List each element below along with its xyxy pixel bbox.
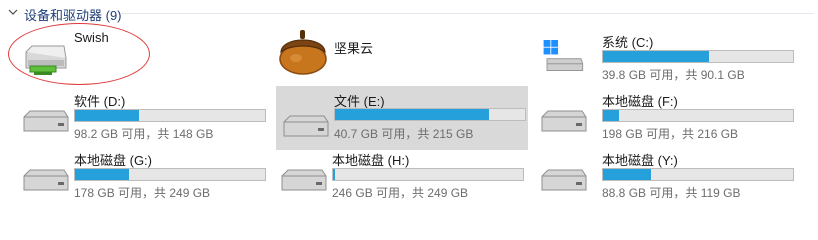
group-divider [120, 13, 814, 14]
usage-bar [334, 108, 526, 121]
chevron-down-icon[interactable] [8, 7, 18, 17]
item-name[interactable]: 坚果云 [334, 38, 373, 57]
windows-drive-icon [543, 40, 584, 72]
drive-name: 软件 (D:) [74, 94, 126, 109]
drive-name: 系统 (C:) [602, 35, 654, 50]
group-title: 设备和驱动器 (9) [24, 8, 122, 23]
usage-fill [603, 110, 619, 121]
group-header[interactable]: 设备和驱动器 (9) [0, 0, 818, 24]
usage-bar [74, 168, 266, 181]
drive-icon [23, 110, 69, 132]
drive-icon [23, 169, 69, 191]
drive-icon [283, 115, 329, 137]
drive-c[interactable]: 系统 (C:) 39.8 GB 可用，共 90.1 GB [528, 30, 794, 90]
drive-name: 本地磁盘 (F:) [602, 94, 678, 109]
drive-name: 本地磁盘 (H:) [332, 153, 410, 168]
usage-fill [333, 169, 336, 180]
drive-y[interactable]: 本地磁盘 (Y:) 88.8 GB 可用，共 119 GB [528, 148, 794, 208]
drive-name: 本地磁盘 (Y:) [602, 153, 678, 168]
usage-bar [602, 168, 794, 181]
usage-fill [335, 109, 489, 120]
drive-info: 88.8 GB 可用，共 119 GB [602, 186, 741, 200]
drive-info: 246 GB 可用，共 249 GB [332, 186, 469, 200]
drive-info: 198 GB 可用，共 216 GB [602, 127, 739, 141]
drive-f[interactable]: 本地磁盘 (F:) 198 GB 可用，共 216 GB [528, 89, 794, 149]
drive-icon [281, 169, 327, 191]
usage-fill [603, 169, 652, 180]
drive-info: 40.7 GB 可用，共 215 GB [334, 127, 474, 141]
drive-d[interactable]: 软件 (D:) 98.2 GB 可用，共 148 GB [0, 89, 266, 149]
drive-info: 39.8 GB 可用，共 90.1 GB [602, 68, 745, 82]
drive-name: 本地磁盘 (G:) [74, 153, 152, 168]
usage-bar [602, 50, 794, 63]
usage-bar [602, 109, 794, 122]
drive-icon [541, 110, 587, 132]
usage-fill [75, 110, 139, 121]
drive-icon [541, 169, 587, 191]
usage-fill [75, 169, 130, 180]
usage-bar [332, 168, 524, 181]
nut-app-icon[interactable] [276, 28, 330, 76]
annotation-circle [8, 23, 150, 85]
drive-info: 178 GB 可用，共 249 GB [74, 186, 211, 200]
drive-h[interactable]: 本地磁盘 (H:) 246 GB 可用，共 249 GB [258, 148, 524, 208]
drive-info: 98.2 GB 可用，共 148 GB [74, 127, 214, 141]
drive-e[interactable]: 文件 (E:) 40.7 GB 可用，共 215 GB [276, 86, 528, 150]
usage-bar [74, 109, 266, 122]
usage-fill [603, 51, 710, 62]
drive-g[interactable]: 本地磁盘 (G:) 178 GB 可用，共 249 GB [0, 148, 266, 208]
